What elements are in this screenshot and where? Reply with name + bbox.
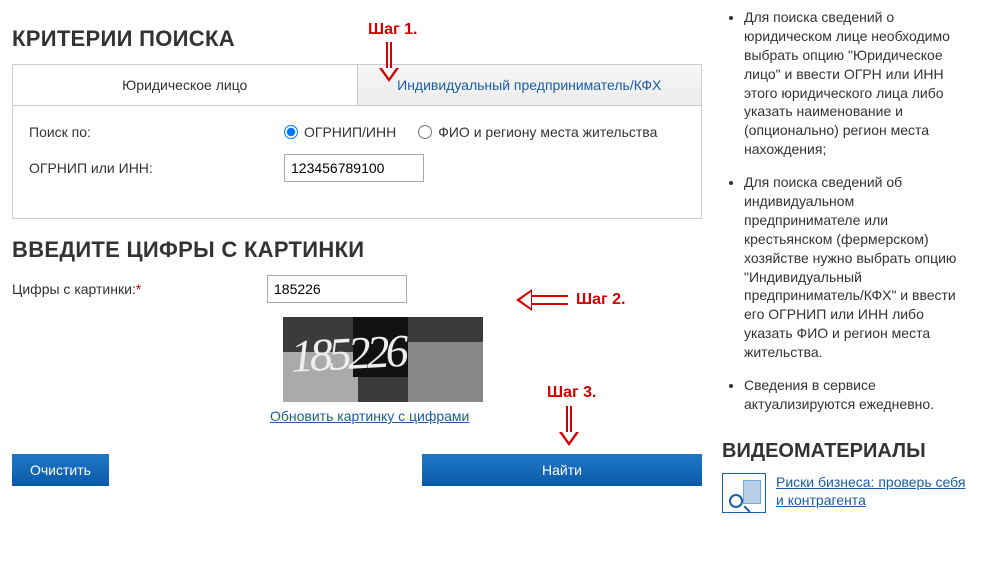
criteria-title: КРИТЕРИИ ПОИСКА bbox=[12, 26, 702, 52]
sidebar: Для поиска сведений о юридическом лице н… bbox=[702, 8, 969, 513]
captcha-image-digits: 185226 bbox=[289, 320, 476, 399]
video-materials-title: ВИДЕОМАТЕРИАЛЫ bbox=[722, 440, 969, 463]
entity-type-tabs: Юридическое лицо Индивидуальный предприн… bbox=[12, 64, 702, 106]
radio-ogrnip-inn-label: ОГРНИП/ИНН bbox=[304, 124, 396, 140]
refresh-captcha-link[interactable]: Обновить картинку с цифрами bbox=[270, 408, 702, 424]
video-thumb-icon bbox=[722, 473, 766, 513]
search-by-radio-group: ОГРНИП/ИНН ФИО и региону места жительств… bbox=[284, 124, 657, 140]
captcha-label-text: Цифры с картинки: bbox=[12, 281, 136, 297]
instruction-item: Сведения в сервисе актуализируются ежедн… bbox=[744, 376, 969, 414]
clear-button[interactable]: Очистить bbox=[12, 454, 109, 486]
video-link[interactable]: Риски бизнеса: проверь себя и контрагент… bbox=[776, 473, 969, 509]
search-form-area: КРИТЕРИИ ПОИСКА Юридическое лицо Индивид… bbox=[12, 8, 702, 513]
instruction-item: Для поиска сведений о юридическом лице н… bbox=[744, 8, 969, 159]
video-item: Риски бизнеса: проверь себя и контрагент… bbox=[722, 473, 969, 513]
criteria-panel: Поиск по: ОГРНИП/ИНН ФИО и региону места… bbox=[12, 106, 702, 219]
radio-fio-region[interactable]: ФИО и региону места жительства bbox=[418, 124, 657, 140]
ogrnip-inn-input[interactable] bbox=[284, 154, 424, 182]
captcha-input[interactable] bbox=[267, 275, 407, 303]
action-buttons: Очистить Найти bbox=[12, 454, 702, 486]
required-marker: * bbox=[136, 281, 141, 297]
search-by-label: Поиск по: bbox=[29, 124, 284, 140]
captcha-field-label: Цифры с картинки:* bbox=[12, 281, 267, 297]
instruction-item: Для поиска сведений об индивидуальном пр… bbox=[744, 173, 969, 362]
tab-individual-entrepreneur[interactable]: Индивидуальный предприниматель/КФХ bbox=[357, 65, 702, 105]
find-button[interactable]: Найти bbox=[422, 454, 702, 486]
captcha-block: Цифры с картинки:* 185226 Обновить карти… bbox=[12, 275, 702, 424]
ogrnip-inn-label: ОГРНИП или ИНН: bbox=[29, 160, 284, 176]
tab-legal-entity[interactable]: Юридическое лицо bbox=[13, 65, 357, 105]
radio-ogrnip-inn-input[interactable] bbox=[284, 125, 298, 139]
radio-fio-region-label: ФИО и региону места жительства bbox=[438, 124, 657, 140]
radio-ogrnip-inn[interactable]: ОГРНИП/ИНН bbox=[284, 124, 396, 140]
instructions-list: Для поиска сведений о юридическом лице н… bbox=[722, 8, 969, 414]
radio-fio-region-input[interactable] bbox=[418, 125, 432, 139]
captcha-image: 185226 bbox=[283, 317, 483, 402]
captcha-title: ВВЕДИТЕ ЦИФРЫ С КАРТИНКИ bbox=[12, 237, 702, 263]
